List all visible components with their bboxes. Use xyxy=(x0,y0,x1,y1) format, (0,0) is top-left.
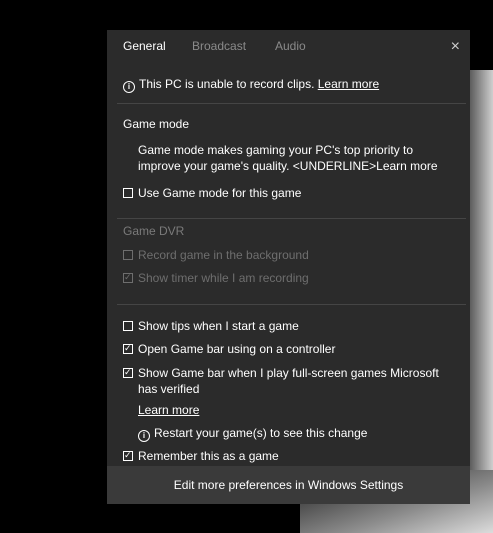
options-learn-more-link[interactable]: Learn more xyxy=(138,403,199,417)
close-icon[interactable]: × xyxy=(451,38,460,56)
tab-broadcast[interactable]: Broadcast xyxy=(192,39,246,53)
checkmark-icon: ✓ xyxy=(124,343,132,353)
info-icon: i xyxy=(123,81,135,93)
info-icon: i xyxy=(138,430,150,442)
game-mode-checkbox-label: Use Game mode for this game xyxy=(138,186,302,200)
game-mode-description: Game mode makes gaming your PC's top pri… xyxy=(138,143,438,173)
checkbox-box[interactable]: ✓ xyxy=(123,343,133,354)
checkbox-box: ✓ xyxy=(123,272,133,283)
checkbox-box xyxy=(123,250,133,260)
tab-audio[interactable]: Audio xyxy=(275,39,306,53)
record-background-checkbox: Record game in the background xyxy=(123,248,309,262)
tab-general[interactable]: General xyxy=(123,39,166,53)
show-tips-checkbox[interactable]: Show tips when I start a game xyxy=(123,319,299,333)
game-mode-checkbox[interactable]: Use Game mode for this game xyxy=(123,186,301,200)
notice-learn-more-link[interactable]: Learn more xyxy=(318,77,379,91)
restart-note: i Restart your game(s) to see this change xyxy=(138,426,367,442)
show-timer-checkbox: ✓ Show timer while I am recording xyxy=(123,271,309,285)
checkmark-icon: ✓ xyxy=(124,272,132,282)
checkmark-icon: ✓ xyxy=(124,367,132,377)
checkbox-box[interactable] xyxy=(123,321,133,331)
controller-label: Open Game bar using on a controller xyxy=(138,342,336,356)
options-learn-more-row: Learn more xyxy=(138,403,199,417)
show-timer-label: Show timer while I am recording xyxy=(138,271,309,285)
divider xyxy=(117,103,466,104)
game-dvr-title: Game DVR xyxy=(123,224,185,238)
fullscreen-label: Show Game bar when I play full-screen ga… xyxy=(138,366,439,396)
checkbox-box[interactable]: ✓ xyxy=(123,367,133,378)
controller-checkbox[interactable]: ✓ Open Game bar using on a controller xyxy=(123,342,335,356)
checkbox-box[interactable]: ✓ xyxy=(123,450,133,461)
checkmark-icon: ✓ xyxy=(124,450,132,460)
divider xyxy=(117,218,466,219)
show-tips-label: Show tips when I start a game xyxy=(138,319,299,333)
tab-bar: General Broadcast Audio × xyxy=(107,30,470,64)
divider xyxy=(117,304,466,305)
record-notice: i This PC is unable to record clips. Lear… xyxy=(123,77,379,93)
checkbox-box[interactable] xyxy=(123,188,133,198)
game-bar-settings-panel: General Broadcast Audio × i This PC is un… xyxy=(107,30,470,504)
notice-text: This PC is unable to record clips. xyxy=(139,77,315,91)
restart-note-text: Restart your game(s) to see this change xyxy=(154,426,368,440)
fullscreen-checkbox[interactable]: ✓ Show Game bar when I play full-screen … xyxy=(123,365,453,397)
edit-preferences-button[interactable]: Edit more preferences in Windows Setting… xyxy=(107,466,470,504)
remember-game-label: Remember this as a game xyxy=(138,449,279,463)
game-mode-title: Game mode xyxy=(123,117,190,131)
record-background-label: Record game in the background xyxy=(138,248,309,262)
remember-game-checkbox[interactable]: ✓ Remember this as a game xyxy=(123,449,279,463)
